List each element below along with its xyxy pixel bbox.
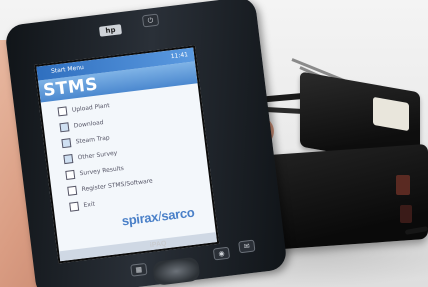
- checkbox[interactable]: [67, 185, 78, 196]
- soft-key-bar: [59, 232, 218, 262]
- menu-label: Exit: [83, 200, 96, 209]
- menu-label: Other Survey: [77, 149, 118, 161]
- status-time: 11:41: [170, 51, 189, 61]
- contacts-button[interactable]: ◉: [212, 246, 231, 261]
- menu-label: Upload Plant: [71, 101, 111, 114]
- photo-scene: hp ⏻ Start Menu 11:41 STMS Upload Plant …: [0, 0, 428, 287]
- checkbox[interactable]: [69, 201, 80, 212]
- connector-plug: [396, 175, 410, 195]
- checkbox[interactable]: [65, 169, 76, 180]
- menu-label: Survey Results: [79, 164, 125, 177]
- brand-right: sarco: [160, 204, 196, 224]
- checkbox[interactable]: [57, 105, 68, 116]
- checkbox[interactable]: [63, 153, 74, 164]
- calendar-button[interactable]: ▦: [130, 262, 148, 277]
- navigation-pad[interactable]: [152, 256, 201, 286]
- mail-button[interactable]: ✉: [238, 239, 256, 254]
- hp-logo: hp: [98, 24, 122, 37]
- checkbox[interactable]: [61, 137, 72, 148]
- menu-label: Steam Trap: [75, 133, 110, 145]
- brand-left: spirax: [120, 209, 159, 229]
- status-title: Start Menu: [50, 64, 85, 75]
- phone-body: hp ⏻ Start Menu 11:41 STMS Upload Plant …: [4, 0, 288, 287]
- spirax-sarco-logo: spirax/sarco: [121, 205, 195, 229]
- menu-label: Download: [73, 118, 104, 130]
- device-screen: Start Menu 11:41 STMS Upload Plant Downl…: [34, 45, 220, 264]
- connector-plug-2: [400, 205, 412, 223]
- ipaq-device: hp ⏻ Start Menu 11:41 STMS Upload Plant …: [4, 0, 288, 287]
- menu-list: Upload Plant Download Steam Trap Other S…: [41, 83, 212, 215]
- power-button[interactable]: ⏻: [141, 13, 160, 28]
- checkbox[interactable]: [59, 121, 70, 132]
